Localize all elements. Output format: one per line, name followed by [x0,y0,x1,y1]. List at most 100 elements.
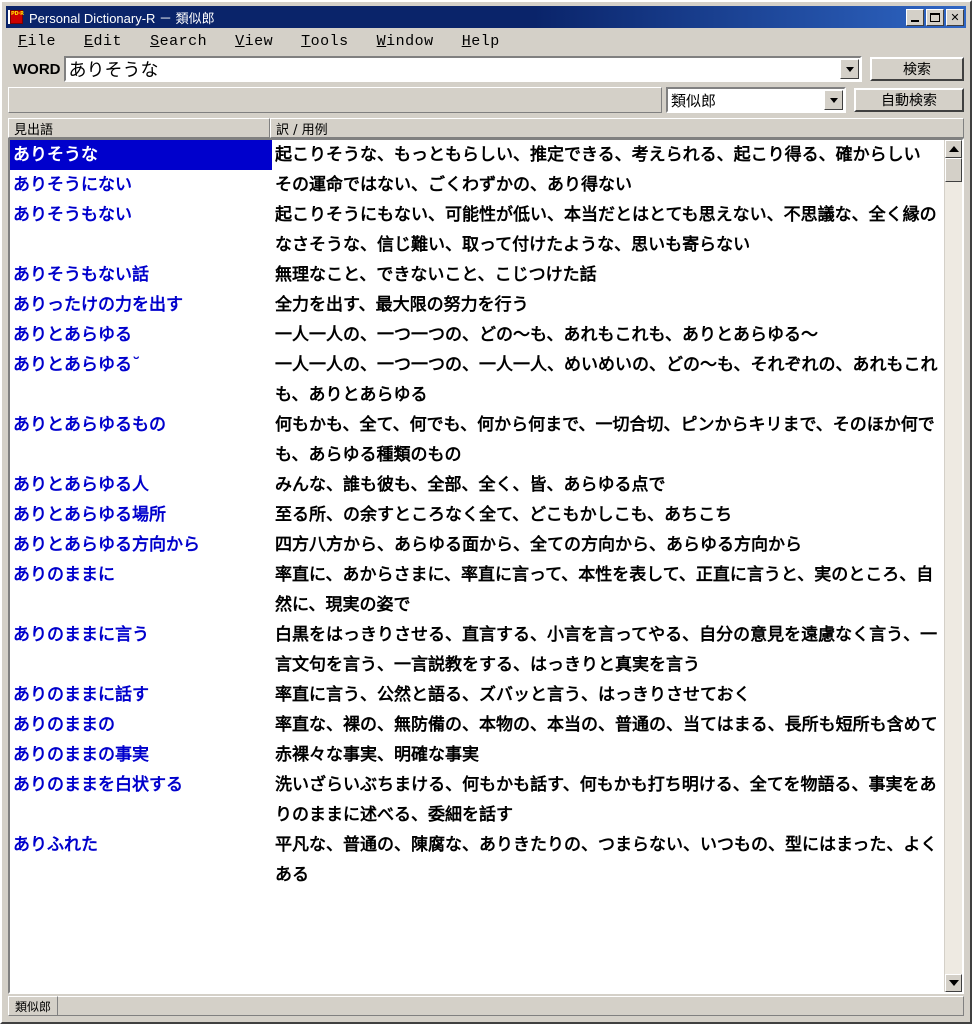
entry-headword: ありそうもない話 [13,265,149,285]
entry-headword: ありったけの力を出す [13,295,183,315]
table-row[interactable]: ありそうにない その運命ではない、ごくわずかの、あり得ない [10,170,944,200]
menu-item-view[interactable]: View [235,33,273,50]
table-row[interactable]: ありそうもない話 無理なこと、できないこと、こじつけた話 [10,260,944,290]
menu-item-file[interactable]: File [18,33,56,50]
entry-definition: 平凡な、普通の、陳腐な、ありきたりの、つまらない、いつもの、型にはまった、よくあ… [275,835,938,885]
menu-window-accel: W [376,32,387,50]
dictionary-toolbar: 類似郎 自動検索 [8,84,964,116]
entry-headword: ありとあらゆる [13,325,132,345]
triangle-down-icon [948,980,959,986]
table-row[interactable]: ありとあらゆる場所 至る所、の余すところなく全て、どこもかしこも、あちこち [10,500,944,530]
status-tab-dictionary[interactable]: 類似郎 [8,996,59,1016]
table-row[interactable]: ありとあらゆる˘ 一人一人の、一つ一つの、一人一人、めいめいの、どの～も、それぞれ… [10,350,944,410]
entry-headword: ありのままを白状する [13,775,183,795]
scroll-up-button[interactable] [945,140,962,158]
menu-item-help[interactable]: Help [462,33,500,50]
entry-definition: みんな、誰も彼も、全部、全く、皆、あらゆる点で [275,475,666,495]
dictionary-combobox[interactable]: 類似郎 [666,87,846,113]
table-row[interactable]: ありそうな 起こりそうな、もっともらしい、推定できる、考えられる、起こり得る、確か… [10,140,944,170]
table-row[interactable]: ありとあらゆる 一人一人の、一つ一つの、どの～も、あれもこれも、ありとあらゆる～ [10,320,944,350]
search-button[interactable]: 検索 [870,57,964,81]
table-row[interactable]: ありのままに話す 率直に言う、公然と語る、ズバッと言う、はっきりさせておく [10,680,944,710]
menu-tools-accel: T [301,32,311,50]
table-row[interactable]: ありとあらゆるもの 何もかも、全て、何でも、何から何まで、一切合切、ピンからキリま… [10,410,944,470]
table-row[interactable]: ありったけの力を出す 全力を出す、最大限の努力を行う [10,290,944,320]
entry-definition: 無理なこと、できないこと、こじつけた話 [275,265,597,285]
table-row[interactable]: ありとあらゆる方向から 四方八方から、あらゆる面から、全ての方向から、あらゆる方向… [10,530,944,560]
entry-definition: 率直に言う、公然と語る、ズバッと言う、はっきりさせておく [275,685,751,705]
menu-file-accel: F [18,32,28,50]
entry-headword: ありとあらゆる方向から [13,535,200,555]
menu-tools-rest: ools [310,32,349,50]
chevron-down-icon [829,97,838,103]
entry-definition: 何もかも、全て、何でも、何から何まで、一切合切、ピンからキリまで、そのほか何でも… [275,415,935,465]
entry-definition: 洗いざらいぶちまける、何もかも話す、何もかも打ち明ける、全てを物語る、事実をあり… [275,775,937,825]
close-icon: ✕ [950,10,960,24]
word-input[interactable]: ありそうな [65,58,840,80]
entry-headword: ありとあらゆる人 [13,475,149,495]
entry-definition: 全力を出す、最大限の努力を行う [275,295,529,315]
entry-definition: 起こりそうにもない、可能性が低い、本当だとはとても思えない、不思議な、全く縁のな… [275,205,937,255]
entry-list-rows: ありそうな 起こりそうな、もっともらしい、推定できる、考えられる、起こり得る、確か… [10,140,944,992]
entry-definition: 至る所、の余すところなく全て、どこもかしこも、あちこち [275,505,733,525]
menu-item-search[interactable]: Search [150,33,207,50]
entry-headword: ありとあらゆる場所 [13,505,166,525]
menu-help-rest: elp [471,32,500,50]
menu-view-accel: V [235,32,245,50]
entry-headword: ありそうな [10,140,272,170]
status-bar-filler [58,996,964,1016]
title-bar[interactable]: PD·R Personal Dictionary-R － 類似郎 ✕ [6,6,966,28]
menu-item-window[interactable]: Window [377,33,434,50]
auto-search-button[interactable]: 自動検索 [854,88,964,112]
word-combobox-arrow[interactable] [840,59,859,79]
menu-bar: File Edit Search View Tools Window Help [6,29,966,53]
table-row[interactable]: ありそうもない 起こりそうにもない、可能性が低い、本当だとはとても思えない、不思議… [10,200,944,260]
menu-file-rest: ile [27,32,57,50]
list-column-headers: 見出語 訳 / 用例 [8,118,964,138]
toolbar-filler [8,87,662,113]
entry-list: ありそうな 起こりそうな、もっともらしい、推定できる、考えられる、起こり得る、確か… [8,138,964,994]
scrollbar-thumb[interactable] [945,158,962,182]
entry-definition: 一人一人の、一つ一つの、どの～も、あれもこれも、ありとあらゆる～ [275,325,818,345]
close-button[interactable]: ✕ [946,8,964,26]
menu-edit-accel: E [84,32,94,50]
status-bar: 類似郎 [8,996,964,1018]
entry-headword: ありのままに話す [13,685,149,705]
minimize-button[interactable] [906,8,924,26]
entry-headword: ありそうもない [13,205,132,225]
maximize-button[interactable] [926,8,944,26]
entry-definition: 四方八方から、あらゆる面から、全ての方向から、あらゆる方向から [275,535,802,555]
entry-definition: 率直な、裸の、無防備の、本物の、本当の、普通の、当てはまる、長所も短所も含めて [275,715,938,735]
entry-definition: 白黒をはっきりさせる、直言する、小言を言ってやる、自分の意見を遠慮なく言う、一言… [275,625,938,675]
app-icon-label: PD·R [11,11,24,17]
table-row[interactable]: ありのままを白状する 洗いざらいぶちまける、何もかも話す、何もかも打ち明ける、全て… [10,770,944,830]
menu-item-edit[interactable]: Edit [84,33,122,50]
table-row[interactable]: ありのままの 率直な、裸の、無防備の、本物の、本当の、普通の、当てはまる、長所も短… [10,710,944,740]
menu-search-accel: S [150,32,160,50]
table-row[interactable]: ありのままの事実 赤裸々な事実、明確な事実 [10,740,944,770]
entry-definition: 一人一人の、一つ一つの、一人一人、めいめいの、どの～も、それぞれの、あれもこれも… [275,355,938,405]
table-row[interactable]: ありとあらゆる人 みんな、誰も彼も、全部、全く、皆、あらゆる点で [10,470,944,500]
entry-headword: ありそうにない [13,175,132,195]
menu-help-accel: H [461,32,472,50]
vertical-scrollbar[interactable] [944,140,962,992]
word-combobox[interactable]: ありそうな [63,56,862,82]
entry-definition: 起こりそうな、もっともらしい、推定できる、考えられる、起こり得る、確からしい [275,145,921,165]
dictionary-combobox-arrow[interactable] [824,90,843,110]
column-header-headword[interactable]: 見出語 [8,118,270,138]
dictionary-value[interactable]: 類似郎 [668,89,824,111]
entry-headword: ありとあらゆるもの [13,415,166,435]
scroll-down-button[interactable] [945,974,962,992]
column-header-definition[interactable]: 訳 / 用例 [270,118,964,138]
scrollbar-track[interactable] [945,158,962,974]
menu-edit-rest: dit [93,32,123,50]
table-row[interactable]: ありのままに 率直に、あからさまに、率直に言って、本性を表して、正直に言うと、実の… [10,560,944,620]
application-window: PD·R Personal Dictionary-R － 類似郎 ✕ File … [0,0,972,1024]
entry-definition: 率直に、あからさまに、率直に言って、本性を表して、正直に言うと、実のところ、自然… [275,565,934,615]
table-row[interactable]: ありふれた 平凡な、普通の、陳腐な、ありきたりの、つまらない、いつもの、型にはまっ… [10,830,944,890]
entry-headword: ありのままの [13,715,115,735]
entry-headword: ありふれた [13,835,98,855]
menu-item-tools[interactable]: Tools [301,33,349,50]
table-row[interactable]: ありのままに言う 白黒をはっきりさせる、直言する、小言を言ってやる、自分の意見を遠… [10,620,944,680]
chevron-down-icon [845,66,854,72]
